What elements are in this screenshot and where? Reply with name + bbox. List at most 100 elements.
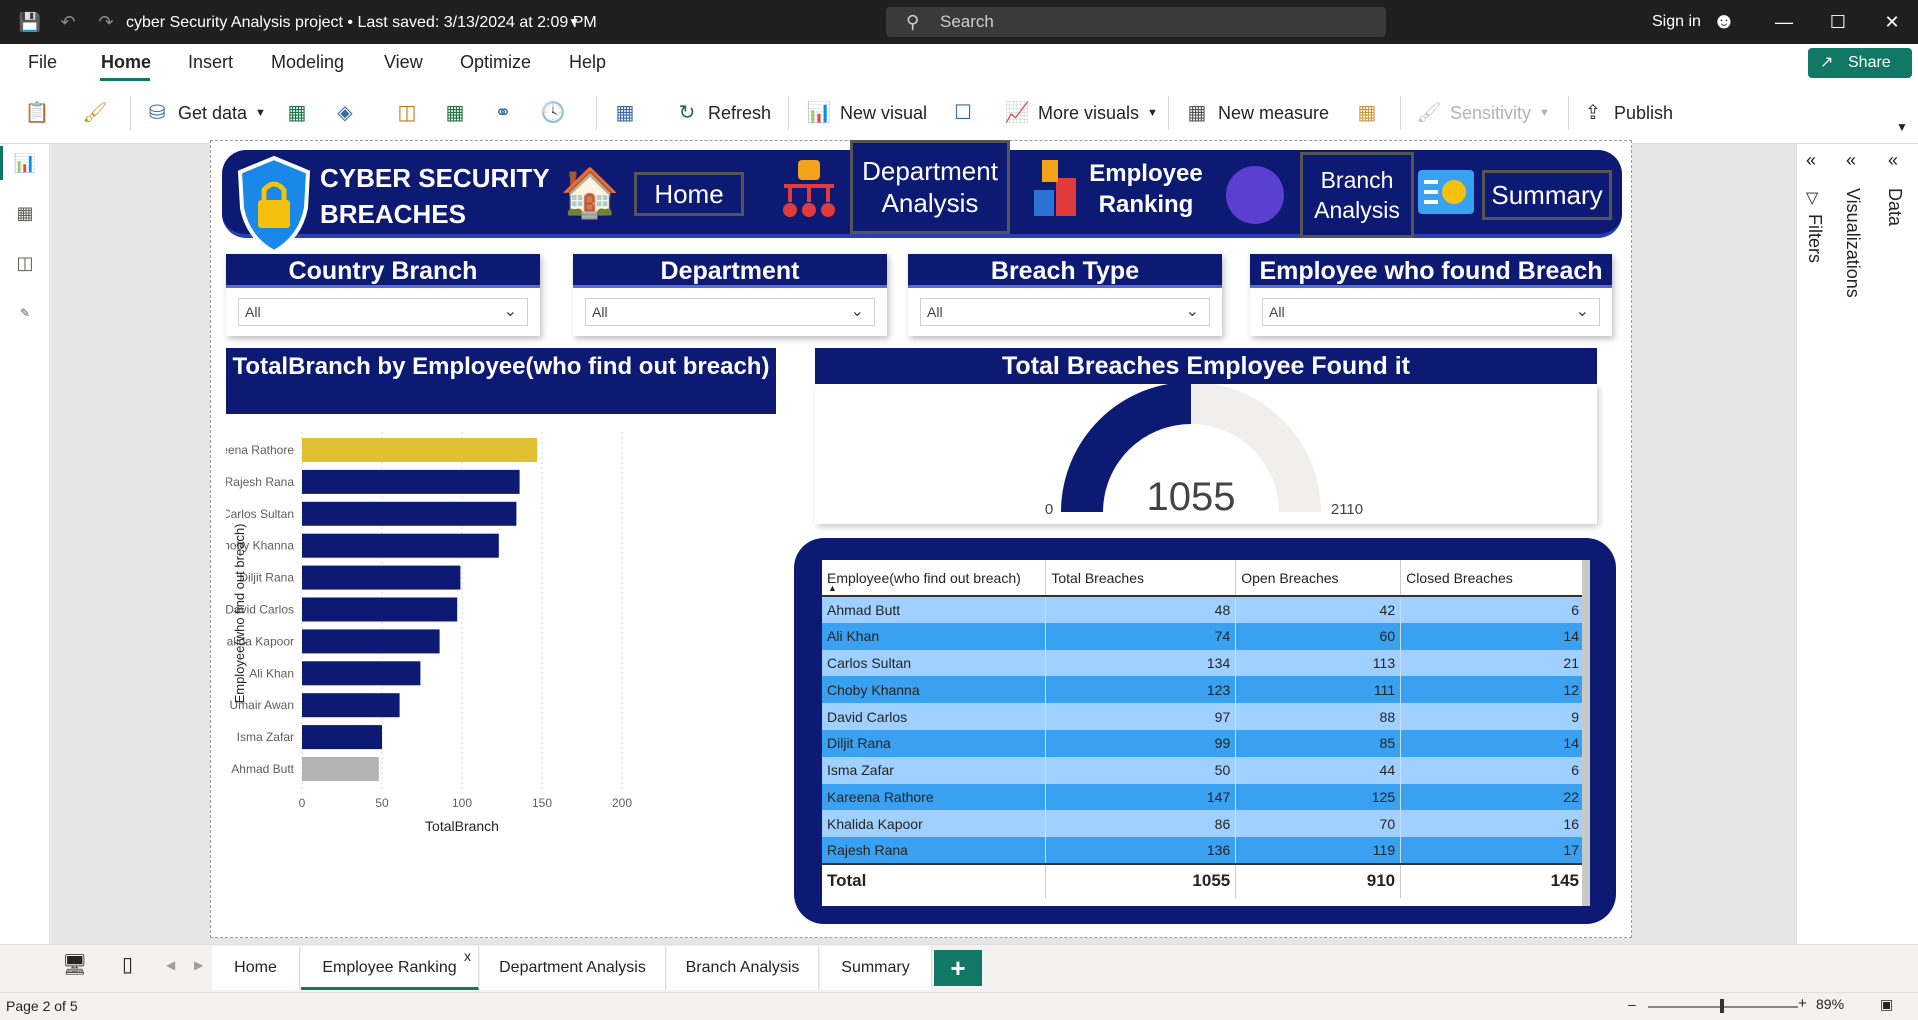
page-tab-department-analysis[interactable]: Department Analysis (480, 946, 666, 990)
table-row[interactable]: Isma Zafar 50 44 6 (822, 756, 1585, 784)
menu-insert[interactable]: Insert (188, 52, 233, 73)
quick-measure-button[interactable]: ▦ (1354, 98, 1380, 128)
page-tab-employee-ranking[interactable]: Employee Ranking (301, 946, 479, 990)
slicer-breach-type[interactable]: Breach Type All ⌄ (908, 254, 1222, 336)
col-header-total[interactable]: Total Breaches (1045, 560, 1237, 597)
mobile-layout-icon[interactable]: ▯ (122, 952, 133, 977)
bar[interactable] (302, 469, 520, 494)
model-view-icon[interactable]: ◫ (12, 250, 38, 276)
title-dropdown-icon[interactable]: ▼ (562, 10, 586, 34)
save-icon[interactable]: 💾 (18, 10, 42, 34)
menu-view[interactable]: View (384, 52, 423, 73)
bar[interactable] (302, 661, 421, 686)
table-row[interactable]: Ahmad Butt 48 42 6 (822, 596, 1585, 623)
share-button[interactable]: ↗ Share ▼ (1808, 48, 1912, 100)
collapse-data-icon[interactable]: « (1888, 150, 1898, 171)
bar[interactable] (302, 501, 517, 526)
filters-pane-tab[interactable]: Filters (1804, 214, 1825, 263)
more-visuals-button[interactable]: 📈 More visuals ▼ (1004, 98, 1158, 128)
slicer-dropdown[interactable]: All ⌄ (1262, 298, 1600, 326)
table-scrollbar[interactable] (1582, 560, 1590, 906)
dataverse-button[interactable]: ⚭ (490, 98, 516, 128)
collapse-visualizations-icon[interactable]: « (1846, 150, 1856, 171)
undo-icon[interactable]: ↶ (56, 10, 80, 34)
page-tab-summary[interactable]: Summary (820, 946, 932, 990)
desktop-layout-icon[interactable]: 🖥 (62, 952, 87, 977)
table-row[interactable]: Ali Khan 74 60 14 (822, 622, 1585, 650)
menu-file[interactable]: File (28, 52, 57, 73)
nav-branch-button[interactable]: Branch Analysis (1300, 152, 1414, 238)
zoom-slider-thumb[interactable] (1720, 999, 1724, 1013)
account-icon[interactable]: ☻ (1712, 9, 1736, 33)
bar[interactable] (302, 757, 379, 781)
close-window-button[interactable]: ✕ (1872, 8, 1912, 36)
search-box[interactable]: ⚲ Search (886, 7, 1386, 37)
menu-modeling[interactable]: Modeling (271, 52, 344, 73)
bar[interactable] (302, 693, 400, 718)
excel-button[interactable]: ▦ (284, 98, 310, 128)
slicer-dropdown[interactable]: All ⌄ (238, 298, 528, 326)
window-title[interactable]: cyber Security Analysis project • Last s… (126, 14, 597, 32)
enter-data-button[interactable]: ▦ (442, 98, 468, 128)
col-header-closed[interactable]: Closed Breaches (1400, 560, 1585, 597)
maximize-button[interactable]: ☐ (1818, 8, 1858, 36)
refresh-button[interactable]: ↻ Refresh (674, 98, 771, 128)
slicer-dropdown[interactable]: All ⌄ (585, 298, 875, 326)
nav-employee-ranking[interactable]: Employee Ranking (1086, 158, 1206, 220)
sign-in-link[interactable]: Sign in (1652, 13, 1701, 31)
page-tab-home[interactable]: Home (212, 946, 300, 990)
breaches-table[interactable]: Employee(who find out breach) ▲ Total Bre… (822, 560, 1590, 906)
next-page-icon[interactable]: ▶ (194, 958, 203, 972)
bar[interactable] (302, 438, 538, 462)
collapse-filters-icon[interactable]: « (1806, 150, 1816, 171)
close-page-icon[interactable]: x (464, 948, 471, 964)
menu-home[interactable]: Home (101, 52, 151, 73)
table-row[interactable]: Khalida Kapoor 86 70 16 (822, 810, 1585, 838)
nav-department-button[interactable]: Department Analysis (850, 140, 1010, 234)
text-box-button[interactable]: ☐ (950, 98, 976, 128)
nav-summary-button[interactable]: Summary (1482, 170, 1612, 220)
get-data-button[interactable]: ⛁ Get data ▼ (144, 98, 266, 128)
redo-icon[interactable]: ↷ (94, 10, 118, 34)
format-painter-button[interactable]: 🖌 (82, 98, 108, 128)
table-row[interactable]: Choby Khanna 123 111 12 (822, 676, 1585, 704)
menu-help[interactable]: Help (569, 52, 606, 73)
publish-button[interactable]: ⇪ Publish (1580, 98, 1673, 128)
table-row[interactable]: Diljit Rana 99 85 14 (822, 729, 1585, 757)
sql-button[interactable]: ◫ (394, 98, 420, 128)
bar[interactable] (302, 725, 382, 750)
data-pane-tab[interactable]: Data (1884, 188, 1905, 226)
nav-home-button[interactable]: Home (634, 172, 744, 216)
gauge-chart[interactable]: 1055 0 2110 (815, 382, 1597, 524)
bar[interactable] (302, 597, 458, 622)
slicer-country-branch[interactable]: Country Branch All ⌄ (226, 254, 540, 336)
bar[interactable] (302, 629, 440, 654)
ribbon-expand-icon[interactable]: ▼ (1896, 120, 1908, 134)
table-row[interactable]: Carlos Sultan 134 113 21 (822, 649, 1585, 677)
new-visual-button[interactable]: 📊 New visual (806, 98, 927, 128)
recent-sources-button[interactable]: 🕓 (540, 98, 566, 128)
report-view-icon[interactable]: 📊 (12, 150, 38, 176)
fit-to-page-icon[interactable]: ▣ (1880, 996, 1893, 1013)
table-row[interactable]: Rajesh Rana 136 119 17 (822, 837, 1585, 864)
table-row[interactable]: David Carlos 97 88 9 (822, 703, 1585, 730)
col-header-open[interactable]: Open Breaches (1235, 560, 1402, 597)
minimize-button[interactable]: — (1764, 8, 1804, 36)
new-measure-button[interactable]: ▦ New measure (1184, 98, 1330, 128)
paste-button[interactable]: 📋 (24, 98, 50, 128)
page-tab-branch-analysis[interactable]: Branch Analysis (667, 946, 819, 990)
bar[interactable] (302, 533, 499, 558)
table-view-icon[interactable]: ▦ (12, 200, 38, 226)
sensitivity-button[interactable]: 🖌 Sensitivity ▼ (1416, 98, 1550, 128)
add-page-button[interactable]: + (934, 950, 982, 986)
dax-query-view-icon[interactable]: ✎ (12, 300, 38, 326)
bar-chart[interactable]: 0 50 100 150 200 Kareena Rathore Rajesh Rana Ca… (226, 420, 776, 920)
slicer-dropdown[interactable]: All ⌄ (920, 298, 1210, 326)
visualizations-pane-tab[interactable]: Visualizations (1842, 188, 1863, 298)
zoom-in-button[interactable]: + (1798, 995, 1807, 1012)
slicer-employee[interactable]: Employee who found Breach All ⌄ (1250, 254, 1612, 336)
slicer-department[interactable]: Department All ⌄ (573, 254, 887, 336)
transform-data-button[interactable]: ▦ (612, 98, 638, 128)
col-header-employee[interactable]: Employee(who find out breach) ▲ (822, 560, 1047, 597)
previous-page-icon[interactable]: ◀ (166, 958, 175, 972)
